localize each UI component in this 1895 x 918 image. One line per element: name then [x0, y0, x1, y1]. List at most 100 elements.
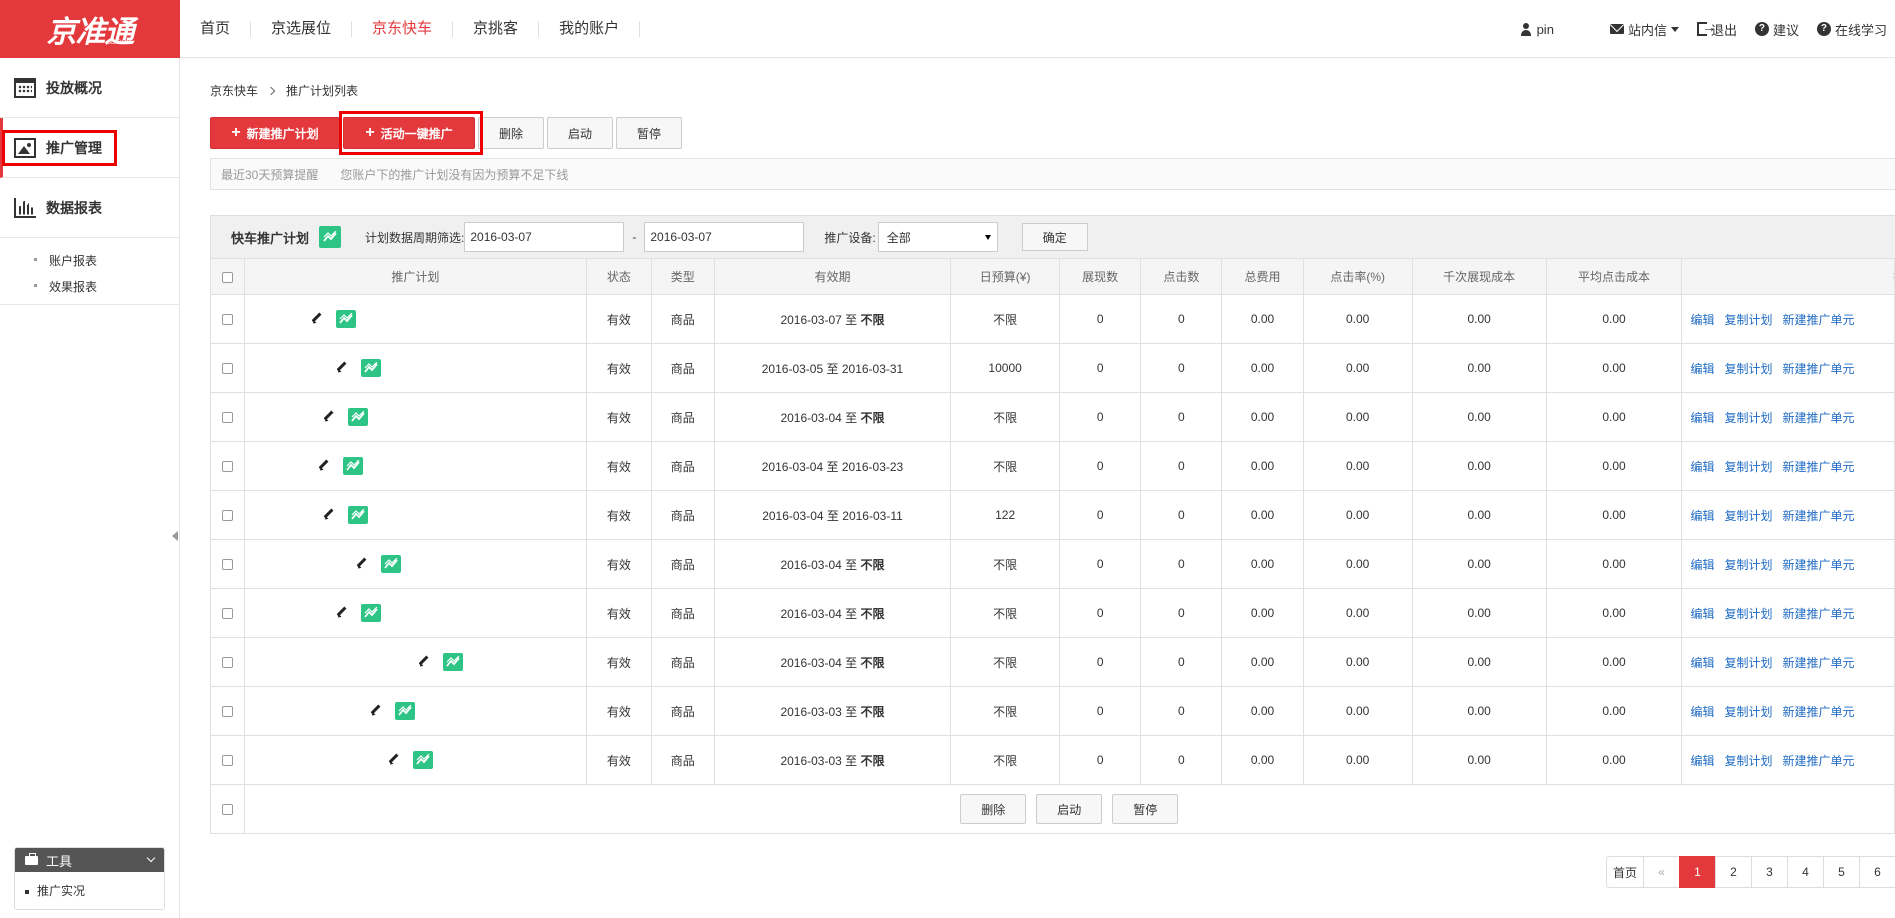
copy-plan-link[interactable]: 复制计划	[1724, 754, 1772, 768]
footer-checkbox[interactable]	[221, 804, 233, 816]
edit-link[interactable]: 编辑	[1690, 509, 1714, 523]
copy-plan-link[interactable]: 复制计划	[1724, 460, 1772, 474]
row-checkbox[interactable]	[221, 559, 233, 571]
start-date-input[interactable]: 2016-03-07	[464, 222, 625, 252]
delete-button[interactable]: 删除	[478, 117, 544, 149]
trend-chart-icon[interactable]	[342, 457, 363, 475]
user-menu[interactable]: pin	[1519, 22, 1554, 37]
nav-jingtiaoke[interactable]: 京挑客	[453, 20, 540, 37]
start-button[interactable]: 启动	[547, 117, 613, 149]
edit-link[interactable]: 编辑	[1690, 754, 1714, 768]
row-checkbox[interactable]	[221, 510, 233, 522]
breadcrumb-root[interactable]: 京东快车	[210, 82, 258, 99]
new-unit-link[interactable]: 新建推广单元	[1782, 313, 1854, 327]
sidebar-subitem-effect-report[interactable]: 效果报表	[0, 274, 179, 300]
row-checkbox[interactable]	[221, 363, 233, 375]
nav-jingxuan[interactable]: 京选展位	[251, 20, 353, 37]
page-3[interactable]: 3	[1751, 856, 1787, 888]
row-checkbox[interactable]	[221, 314, 233, 326]
logout-link[interactable]: 退出	[1696, 19, 1737, 39]
sidebar-item-reports[interactable]: 数据报表	[0, 178, 179, 238]
trend-chart-icon[interactable]	[360, 604, 381, 622]
trend-chart-icon[interactable]	[412, 751, 433, 769]
new-unit-link[interactable]: 新建推广单元	[1782, 509, 1854, 523]
trend-chart-icon[interactable]	[347, 506, 368, 524]
copy-plan-link[interactable]: 复制计划	[1724, 362, 1772, 376]
edit-link[interactable]: 编辑	[1690, 558, 1714, 572]
copy-plan-link[interactable]: 复制计划	[1724, 509, 1772, 523]
trend-chart-icon[interactable]	[360, 359, 381, 377]
edit-pencil-icon[interactable]	[335, 607, 347, 619]
page-first[interactable]: 首页	[1605, 856, 1643, 888]
trend-chart-icon[interactable]	[347, 408, 368, 426]
copy-plan-link[interactable]: 复制计划	[1724, 705, 1772, 719]
new-unit-link[interactable]: 新建推广单元	[1782, 362, 1854, 376]
footer-delete-button[interactable]: 删除	[960, 794, 1027, 824]
row-checkbox[interactable]	[221, 461, 233, 473]
new-unit-link[interactable]: 新建推广单元	[1782, 411, 1854, 425]
edit-pencil-icon[interactable]	[417, 656, 429, 668]
sidebar-item-promotion-management[interactable]: 推广管理	[0, 118, 179, 178]
edit-pencil-icon[interactable]	[369, 705, 381, 717]
new-unit-link[interactable]: 新建推广单元	[1782, 558, 1854, 572]
edit-link[interactable]: 编辑	[1690, 656, 1714, 670]
copy-plan-link[interactable]: 复制计划	[1724, 313, 1772, 327]
edit-link[interactable]: 编辑	[1690, 362, 1714, 376]
edit-pencil-icon[interactable]	[335, 362, 347, 374]
new-unit-link[interactable]: 新建推广单元	[1782, 460, 1854, 474]
edit-pencil-icon[interactable]	[322, 411, 334, 423]
confirm-button[interactable]: 确定	[1021, 223, 1088, 251]
new-unit-link[interactable]: 新建推广单元	[1782, 754, 1854, 768]
tools-header[interactable]: 工具	[15, 848, 164, 872]
nav-home[interactable]: 首页	[180, 20, 252, 37]
copy-plan-link[interactable]: 复制计划	[1724, 411, 1772, 425]
new-unit-link[interactable]: 新建推广单元	[1782, 656, 1854, 670]
learn-link[interactable]: ? 在线学习	[1816, 20, 1887, 39]
feedback-link[interactable]: ? 建议	[1754, 20, 1799, 39]
page-6[interactable]: 6	[1859, 856, 1895, 888]
row-checkbox[interactable]	[221, 657, 233, 669]
page-2[interactable]: 2	[1715, 856, 1751, 888]
row-checkbox[interactable]	[221, 608, 233, 620]
edit-link[interactable]: 编辑	[1690, 411, 1714, 425]
end-date-input[interactable]: 2016-03-07	[644, 222, 805, 252]
select-all-checkbox[interactable]	[221, 271, 233, 283]
copy-plan-link[interactable]: 复制计划	[1724, 607, 1772, 621]
sidebar-subitem-account-report[interactable]: 账户报表	[0, 248, 179, 274]
pause-button[interactable]: 暂停	[616, 117, 682, 149]
messages-menu[interactable]: 站内信	[1609, 20, 1679, 39]
nav-my-account[interactable]: 我的账户	[539, 20, 641, 37]
new-unit-link[interactable]: 新建推广单元	[1782, 705, 1854, 719]
edit-pencil-icon[interactable]	[322, 509, 334, 521]
edit-pencil-icon[interactable]	[387, 754, 399, 766]
edit-link[interactable]: 编辑	[1690, 607, 1714, 621]
edit-link[interactable]: 编辑	[1690, 460, 1714, 474]
page-5[interactable]: 5	[1823, 856, 1859, 888]
page-1[interactable]: 1	[1679, 856, 1715, 888]
trend-chart-icon[interactable]	[394, 702, 415, 720]
trend-chart-icon[interactable]	[442, 653, 463, 671]
sidebar-collapse-handle[interactable]	[170, 528, 180, 544]
trend-chart-icon[interactable]	[335, 310, 356, 328]
edit-link[interactable]: 编辑	[1690, 705, 1714, 719]
edit-pencil-icon[interactable]	[310, 313, 322, 325]
jd-logo[interactable]: 京准通 JD.COM	[0, 0, 180, 58]
edit-pencil-icon[interactable]	[355, 558, 367, 570]
edit-link[interactable]: 编辑	[1690, 313, 1714, 327]
trend-chart-icon[interactable]	[319, 226, 342, 248]
new-plan-button[interactable]: + 新建推广计划	[210, 117, 340, 149]
footer-start-button[interactable]: 启动	[1036, 794, 1103, 824]
edit-pencil-icon[interactable]	[317, 460, 329, 472]
sidebar-item-overview[interactable]: 投放概况	[0, 58, 179, 118]
page-prev[interactable]: «	[1643, 856, 1679, 888]
row-checkbox[interactable]	[221, 755, 233, 767]
copy-plan-link[interactable]: 复制计划	[1724, 656, 1772, 670]
copy-plan-link[interactable]: 复制计划	[1724, 558, 1772, 572]
activity-promote-button[interactable]: + 活动一键推广	[343, 117, 475, 149]
new-unit-link[interactable]: 新建推广单元	[1782, 607, 1854, 621]
row-checkbox[interactable]	[221, 706, 233, 718]
trend-chart-icon[interactable]	[380, 555, 401, 573]
device-select[interactable]: 全部	[877, 222, 998, 252]
nav-kuaiche[interactable]: 京东快车	[352, 20, 454, 37]
page-4[interactable]: 4	[1787, 856, 1823, 888]
